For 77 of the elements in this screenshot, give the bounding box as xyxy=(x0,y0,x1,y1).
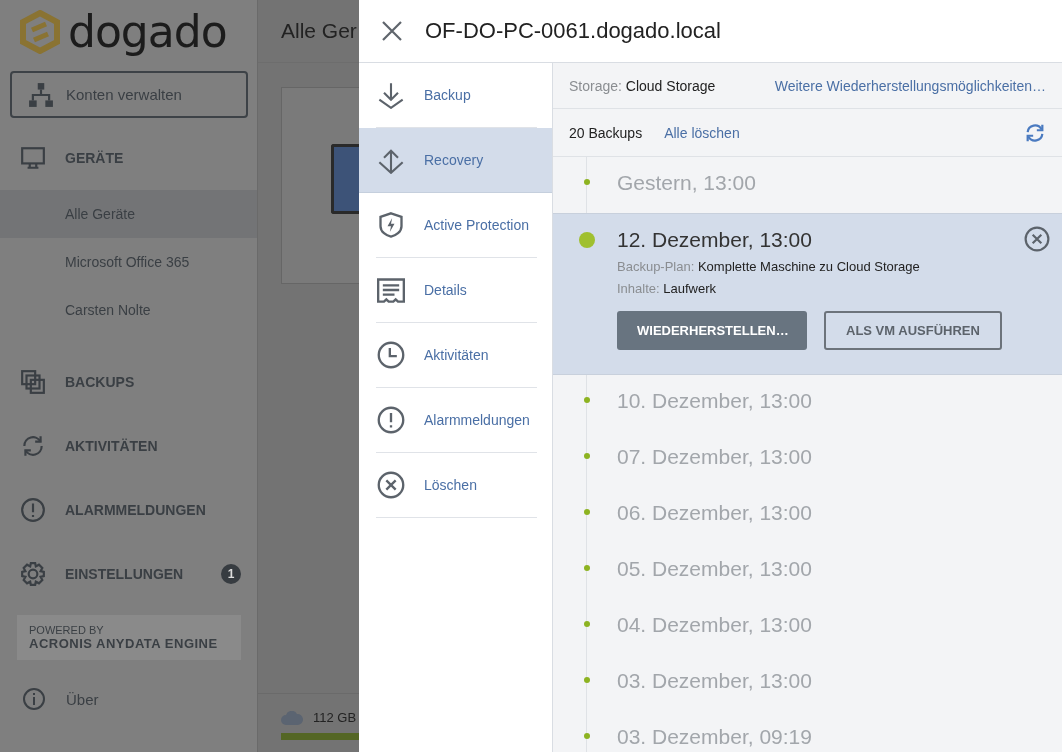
backup-date: 12. Dezember, 13:00 xyxy=(617,228,813,252)
tab[interactable]: Active Protection xyxy=(376,193,537,258)
timeline-dot xyxy=(584,621,590,627)
about-item[interactable]: Über xyxy=(0,687,257,711)
restore-button[interactable]: WIEDERHERSTELLEN… xyxy=(617,311,807,350)
timeline-dot xyxy=(579,232,595,248)
timeline-dot xyxy=(584,179,590,185)
close-circle-icon[interactable] xyxy=(1024,226,1050,252)
account-button[interactable]: Konten verwalten xyxy=(10,71,248,118)
backup-detail: Inhalte: Laufwerk xyxy=(617,281,718,296)
backup-entry[interactable]: Gestern, 13:00 xyxy=(553,157,1062,213)
logo-text: dogado xyxy=(68,9,227,54)
backup-date: 06. Dezember, 13:00 xyxy=(617,501,812,525)
nav-item[interactable]: ALARMMELDUNGEN xyxy=(0,478,257,542)
monitor-drawing xyxy=(331,144,359,214)
timeline-dot xyxy=(584,509,590,515)
more-options-link[interactable]: Weitere Wiederherstellungsmöglichkeiten… xyxy=(774,77,1046,94)
tab[interactable]: Details xyxy=(376,258,537,323)
timeline-dot xyxy=(584,397,590,403)
nav-subitem[interactable]: Alle Geräte xyxy=(0,190,257,238)
backup-entry[interactable]: 12. Dezember, 13:00 Backup-Plan: Komplette Maschine zu Cloud Storage Inhalte: Laufwerk WIEDERHERSTELLEN… ALS VM AUSFÜHREN xyxy=(553,213,1062,375)
backup-date: 05. Dezember, 13:00 xyxy=(617,557,812,581)
shield-bolt-icon xyxy=(377,211,405,239)
backup-entry[interactable]: 10. Dezember, 13:00 xyxy=(553,375,1062,431)
powered-by-text: POWERED BY xyxy=(29,624,105,636)
tab[interactable]: Recovery xyxy=(359,128,552,193)
tab[interactable]: Löschen xyxy=(376,453,537,518)
nav-subitem[interactable]: Carsten Nolte xyxy=(0,286,257,334)
nav-item[interactable]: AKTIVITÄTEN xyxy=(0,414,257,478)
hexagon-logo-icon xyxy=(20,9,60,54)
timeline-dot xyxy=(584,565,590,571)
clock-icon xyxy=(377,341,405,369)
backup-detail: Backup-Plan: Komplette Maschine zu Cloud Storage xyxy=(617,259,921,274)
nav-item[interactable]: EINSTELLUNGEN 1 xyxy=(0,542,257,606)
stacked-squares-icon xyxy=(20,369,46,395)
close-icon[interactable] xyxy=(381,20,403,42)
sync-arrows-icon xyxy=(20,433,46,459)
backup-count: 20 Backups xyxy=(569,124,643,141)
close-circle-icon xyxy=(377,471,405,499)
gear-icon xyxy=(20,561,46,587)
backup-entry[interactable]: 03. Dezember, 09:19 xyxy=(553,711,1062,752)
refresh-icon[interactable] xyxy=(1024,121,1046,144)
backup-entry[interactable]: 04. Dezember, 13:00 xyxy=(553,599,1062,655)
document-lines-icon xyxy=(377,276,405,304)
backup-date: 10. Dezember, 13:00 xyxy=(617,389,812,413)
backup-date: 07. Dezember, 13:00 xyxy=(617,445,812,469)
tab[interactable]: Alarmmeldungen xyxy=(376,388,537,453)
alert-circle-icon xyxy=(377,406,405,434)
backup-date: 03. Dezember, 13:00 xyxy=(617,669,812,693)
panel-title: OF-DO-PC-0061.dogado.local xyxy=(425,18,721,44)
delete-all-link[interactable]: Alle löschen xyxy=(664,124,740,141)
tab[interactable]: Aktivitäten xyxy=(376,323,537,388)
download-icon xyxy=(377,81,405,109)
engine-name: ACRONIS ANYDATA ENGINE xyxy=(29,636,219,651)
backup-date: Gestern, 13:00 xyxy=(617,171,756,195)
monitor-icon xyxy=(20,145,46,171)
backup-date: 04. Dezember, 13:00 xyxy=(617,613,812,637)
backup-entry[interactable]: 05. Dezember, 13:00 xyxy=(553,543,1062,599)
device-card[interactable] xyxy=(281,87,359,284)
cloud-icon xyxy=(281,710,303,725)
info-icon xyxy=(22,687,46,711)
nav-item[interactable]: GERÄTE xyxy=(0,126,257,190)
nav-item[interactable]: BACKUPS xyxy=(0,350,257,414)
backup-entry[interactable]: 06. Dezember, 13:00 xyxy=(553,487,1062,543)
alert-circle-icon xyxy=(20,497,46,523)
hierarchy-icon xyxy=(28,81,54,108)
backup-entry[interactable]: 03. Dezember, 13:00 xyxy=(553,655,1062,711)
storage-info: Storage: Cloud Storage xyxy=(569,77,716,94)
storage-amount: 112 GB xyxy=(313,710,357,725)
backup-date: 03. Dezember, 09:19 xyxy=(617,725,812,749)
run-vm-button[interactable]: ALS VM AUSFÜHREN xyxy=(824,311,1002,350)
timeline-dot xyxy=(584,453,590,459)
backup-entry[interactable]: 07. Dezember, 13:00 xyxy=(553,431,1062,487)
nav-subitem[interactable]: Microsoft Office 365 xyxy=(0,238,257,286)
count-badge: 1 xyxy=(221,564,241,584)
timeline-dot xyxy=(584,677,590,683)
timeline-dot xyxy=(584,733,590,739)
